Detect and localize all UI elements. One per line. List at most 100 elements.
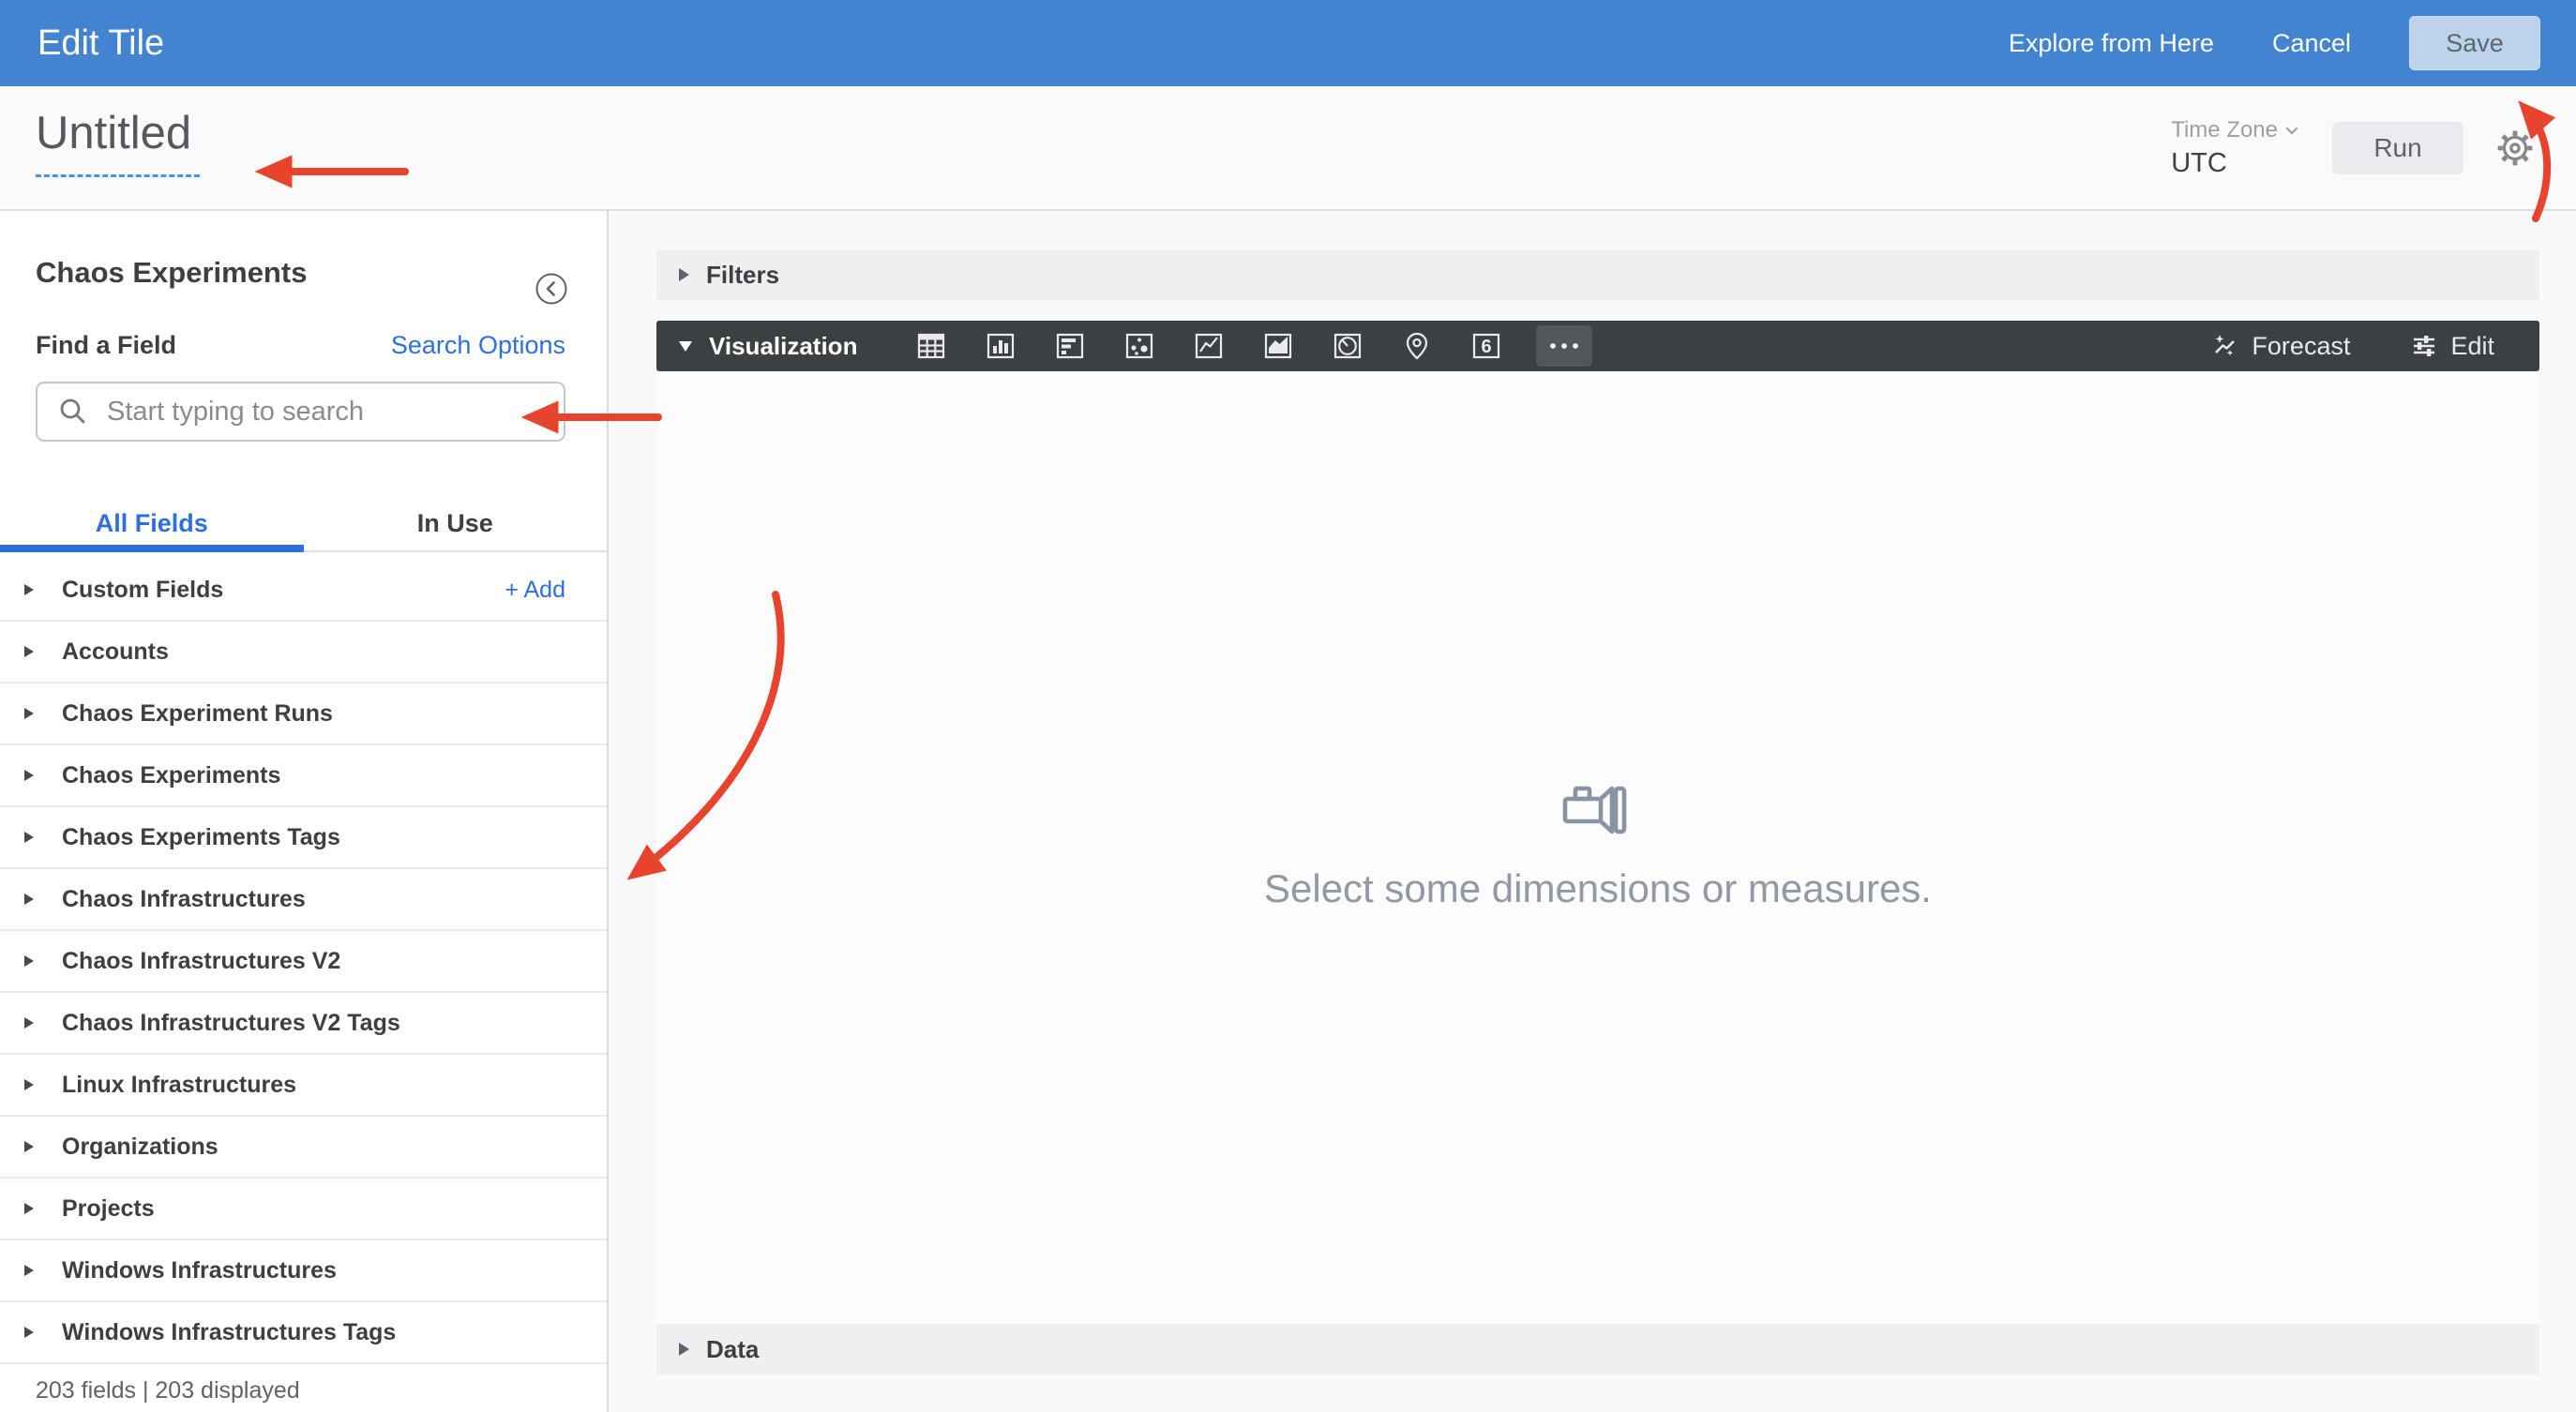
cancel-button[interactable]: Cancel [2272, 29, 2351, 58]
field-group-label: Windows Infrastructures [62, 1257, 337, 1284]
field-group-list: Custom Fields + Add Accounts Chaos Experime… [0, 560, 607, 1364]
field-group-label: Projects [62, 1195, 155, 1222]
chevron-right-icon [24, 1079, 34, 1090]
header-controls: Time Zone UTC Run [2171, 86, 2535, 209]
explore-from-here-button[interactable]: Explore from Here [2009, 29, 2214, 58]
run-button[interactable]: Run [2332, 121, 2463, 174]
field-group-row[interactable]: Windows Infrastructures Tags [0, 1302, 607, 1364]
field-group-label: Custom Fields [62, 577, 224, 603]
field-search-box[interactable] [36, 382, 565, 442]
svg-text:6: 6 [1482, 337, 1492, 357]
chevron-right-icon [24, 646, 34, 657]
chevron-right-icon [24, 708, 34, 719]
explore-header-row: Untitled Time Zone UTC Run [0, 86, 2576, 211]
field-group-label: Organizations [62, 1134, 218, 1160]
data-label: Data [706, 1334, 760, 1363]
edit-viz-button[interactable]: Edit [2410, 332, 2494, 361]
topbar: Edit Tile Explore from Here Cancel Save [0, 0, 2576, 86]
field-group-label: Accounts [62, 638, 169, 665]
explore-name: Chaos Experiments [36, 256, 308, 289]
field-group-row[interactable]: Accounts [0, 622, 607, 683]
field-group-label: Linux Infrastructures [62, 1072, 297, 1098]
field-group-label: Chaos Infrastructures V2 [62, 948, 341, 974]
chevron-right-icon [24, 955, 34, 967]
chevron-right-icon [24, 1203, 34, 1214]
field-group-label: Chaos Experiment Runs [62, 700, 333, 727]
field-group-row[interactable]: Chaos Experiments [0, 745, 607, 807]
tab-label: In Use [416, 508, 493, 537]
chevron-right-icon [24, 770, 34, 781]
chevron-right-icon [679, 1343, 689, 1356]
search-input[interactable] [105, 395, 564, 428]
gear-icon[interactable] [2495, 128, 2535, 168]
visualization-section-header: Visualization 6 Forecast Edit [656, 321, 2539, 371]
add-custom-field-button[interactable]: + Add [505, 560, 565, 620]
forecast-label: Forecast [2252, 331, 2351, 360]
tab-label: All Fields [95, 508, 208, 537]
find-a-field-label: Find a Field [36, 331, 177, 359]
timezone-selector[interactable]: Time Zone UTC [2171, 117, 2300, 179]
filters-section-header[interactable]: Filters [656, 249, 2539, 300]
find-a-field-row: Find a Field Search Options [36, 331, 565, 360]
forecast-button[interactable]: Forecast [2211, 332, 2350, 361]
dialog-title: Edit Tile [38, 23, 165, 63]
field-group-row[interactable]: Projects [0, 1179, 607, 1240]
area-chart-icon[interactable] [1258, 326, 1298, 366]
field-group-row[interactable]: Chaos Experiment Runs [0, 683, 607, 745]
map-icon[interactable] [1397, 326, 1437, 366]
search-icon [60, 398, 85, 424]
tab-in-use[interactable]: In Use [304, 496, 608, 550]
edit-tile-dialog: Edit Tile Explore from Here Cancel Save … [0, 0, 2576, 1412]
chevron-right-icon [24, 1265, 34, 1276]
chevron-right-icon [24, 1017, 34, 1029]
chevron-right-icon [24, 1141, 34, 1152]
field-picker-sidebar: Chaos Experiments Find a Field Search Op… [0, 211, 609, 1412]
bar-chart-icon[interactable] [1050, 326, 1090, 366]
field-group-label: Chaos Infrastructures [62, 886, 306, 912]
line-chart-icon[interactable] [1189, 326, 1228, 366]
topbar-actions: Explore from Here Cancel Save [2009, 16, 2540, 70]
pie-chart-icon[interactable] [1328, 326, 1367, 366]
chevron-right-icon [24, 584, 34, 595]
field-group-label: Chaos Experiments Tags [62, 824, 340, 850]
save-button[interactable]: Save [2409, 16, 2540, 70]
active-tab-underline [0, 545, 304, 552]
tab-all-fields[interactable]: All Fields [0, 496, 304, 550]
edit-label: Edit [2450, 331, 2494, 360]
field-group-row[interactable]: Custom Fields + Add [0, 560, 607, 622]
field-group-row[interactable]: Windows Infrastructures [0, 1240, 607, 1302]
chevron-right-icon [24, 832, 34, 843]
more-icon[interactable] [1536, 325, 1593, 367]
forecast-sparkle-icon [2215, 335, 2236, 356]
visualization-label[interactable]: Visualization [709, 332, 857, 361]
timezone-label: Time Zone [2171, 116, 2278, 143]
scatterplot-icon[interactable] [1120, 326, 1159, 366]
column-chart-icon[interactable] [981, 326, 1020, 366]
filters-label: Filters [706, 260, 780, 289]
field-group-row[interactable]: Chaos Experiments Tags [0, 807, 607, 869]
sliders-icon [2414, 336, 2435, 356]
collapse-sidebar-icon[interactable] [534, 271, 569, 311]
viz-type-picker: 6 [911, 325, 1593, 367]
data-section-header[interactable]: Data [656, 1324, 2539, 1374]
field-count: 203 fields | 203 displayed [36, 1377, 300, 1404]
field-group-row[interactable]: Chaos Infrastructures V2 Tags [0, 993, 607, 1055]
tile-title-input[interactable]: Untitled [36, 107, 200, 177]
chevron-right-icon [24, 894, 34, 905]
field-group-label: Chaos Infrastructures V2 Tags [62, 1010, 400, 1036]
search-options-link[interactable]: Search Options [391, 331, 565, 360]
field-group-row[interactable]: Chaos Infrastructures [0, 869, 607, 931]
field-group-label: Chaos Experiments [62, 762, 281, 789]
chevron-down-icon [2285, 127, 2298, 135]
chevron-right-icon [679, 268, 689, 281]
field-group-label: Windows Infrastructures Tags [62, 1319, 397, 1345]
flashlight-icon [1562, 786, 1627, 834]
field-group-row[interactable]: Organizations [0, 1117, 607, 1179]
viz-canvas: Select some dimensions or measures. [656, 371, 2539, 1324]
field-group-row[interactable]: Chaos Infrastructures V2 [0, 931, 607, 993]
timezone-value: UTC [2171, 147, 2227, 178]
table-icon[interactable] [911, 326, 951, 366]
chevron-down-icon [679, 340, 692, 352]
field-group-row[interactable]: Linux Infrastructures [0, 1055, 607, 1117]
single-value-icon[interactable]: 6 [1467, 326, 1506, 366]
